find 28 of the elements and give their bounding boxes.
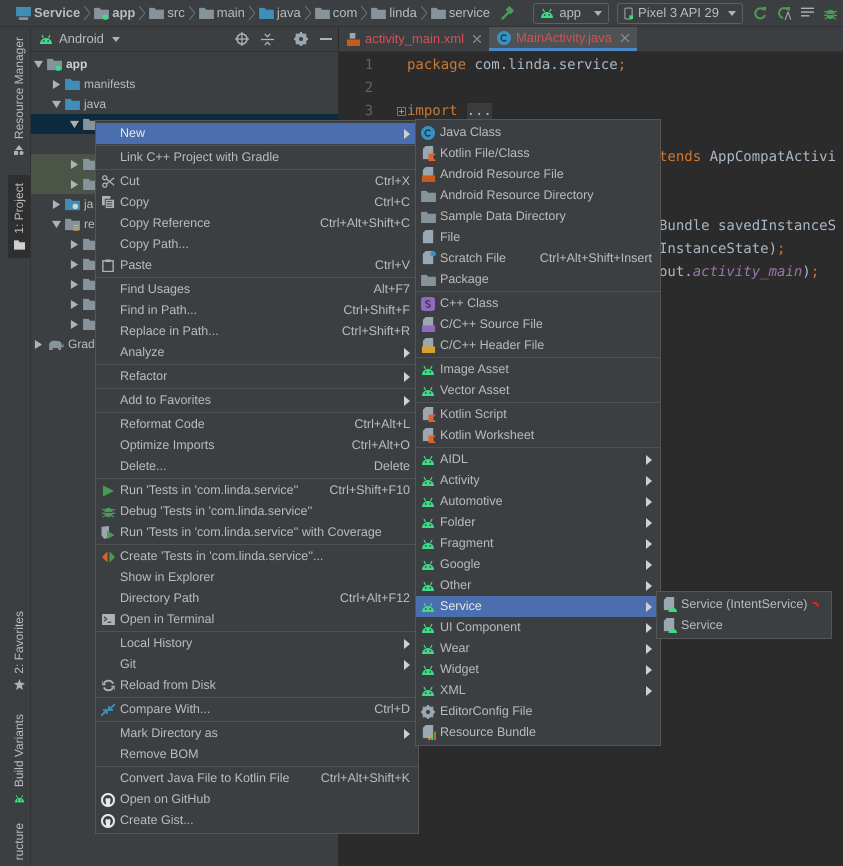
shortcut-label: Ctrl+Alt+Shift+K — [320, 770, 410, 788]
line-number: 1 — [364, 56, 374, 75]
shortcut-label: Alt+F7 — [374, 281, 410, 298]
code-line: package com.linda.service; — [407, 56, 626, 75]
shortcut-label: Ctrl+X — [374, 173, 410, 190]
shortcut-label: Ctrl+Shift+F10 — [329, 482, 410, 500]
tree-label: app — [66, 56, 88, 73]
shortcut-label: Ctrl+Alt+Shift+C — [320, 215, 410, 232]
line-number: 2 — [364, 79, 374, 98]
shortcut-label: Delete — [374, 458, 410, 476]
line-number: 3 — [364, 102, 374, 121]
tree-label: re — [84, 216, 95, 233]
shortcut-label: Ctrl+Alt+Shift+Insert — [540, 250, 652, 268]
tree-label: java — [84, 96, 106, 113]
code-line: InstanceState); — [659, 240, 786, 259]
tree-label: manifests — [84, 76, 136, 93]
shortcut-label: Ctrl+Alt+O — [352, 437, 410, 454]
shortcut-label: Ctrl+Alt+L — [354, 416, 410, 434]
code-line: import ... — [407, 102, 492, 121]
code-line: tends AppCompatActivi — [659, 148, 836, 167]
shortcut-label: Ctrl+Shift+F — [343, 302, 410, 320]
tree-label: Grad — [68, 336, 95, 353]
shortcut-label: Ctrl+D — [374, 701, 410, 718]
shortcut-label: Ctrl+Alt+F12 — [340, 590, 410, 608]
shortcut-label: Ctrl+C — [374, 194, 410, 212]
shortcut-label: Ctrl+V — [374, 257, 410, 274]
tree-label: ja — [84, 196, 94, 213]
shortcut-label: Ctrl+Shift+R — [342, 323, 410, 340]
